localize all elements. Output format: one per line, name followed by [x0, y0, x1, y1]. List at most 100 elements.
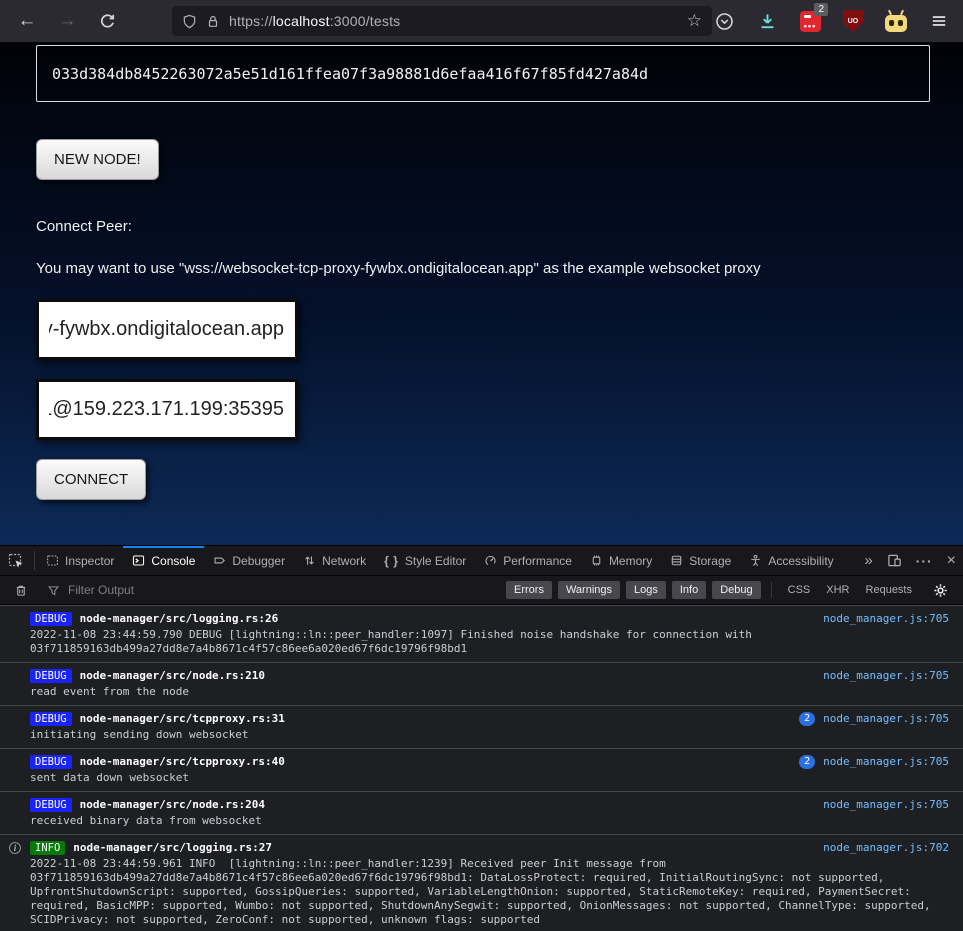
devtools-meatball-menu-icon[interactable]: ···	[909, 553, 940, 569]
more-tabs-chevron-icon[interactable]: »	[857, 552, 879, 569]
download-icon[interactable]	[755, 9, 779, 33]
tab-label: Inspector	[65, 553, 115, 568]
filter-level-debug[interactable]: Debug	[712, 581, 761, 599]
shield-icon[interactable]	[182, 14, 197, 29]
log-message: 2022-11-08 23:44:59.790 DEBUG [lightning…	[30, 628, 759, 655]
log-source: node-manager/src/tcpproxy.rs:31	[79, 712, 285, 725]
ublock-origin-icon[interactable]: UO	[841, 9, 865, 33]
node-pubkey-box[interactable]: 033d384db8452263072a5e51d161ffea07f3a988…	[36, 45, 930, 102]
tab-label: Debugger	[232, 553, 286, 568]
log-source: node-manager/src/logging.rs:27	[73, 841, 272, 854]
connect-peer-label: Connect Peer:	[36, 218, 132, 235]
tab-style-editor[interactable]: { } Style Editor	[375, 546, 475, 575]
tab-debugger[interactable]: Debugger	[204, 546, 294, 575]
log-row-right: node_manager.js:702	[823, 840, 949, 855]
robot-eye	[898, 20, 903, 26]
tab-label: Accessibility	[768, 553, 834, 568]
connect-button[interactable]: CONNECT	[36, 459, 147, 500]
filter-level-info[interactable]: Info	[671, 581, 707, 599]
filter-level-errors[interactable]: Errors	[506, 581, 552, 599]
devtools-tabs: Inspector Console Debugger Network { } Style …	[37, 546, 843, 575]
console-settings-gear-icon[interactable]	[924, 582, 957, 599]
pocket-icon[interactable]	[712, 9, 736, 33]
log-location-link[interactable]: node_manager.js:702	[823, 840, 949, 855]
console-log-row[interactable]: INFO node-manager/src/logging.rs:27 node…	[0, 835, 963, 931]
console-filterbar: Filter Output Errors Warnings Logs Info Debu…	[0, 576, 963, 605]
pick-element-button[interactable]	[0, 546, 32, 575]
log-row-header: DEBUG node-manager/src/logging.rs:26 nod…	[30, 611, 949, 626]
proxy-hint-text: You may want to use "wss://websocket-tcp…	[36, 260, 761, 277]
menu-hamburger-icon[interactable]	[927, 9, 951, 33]
log-repeat-count-badge: 2	[799, 754, 816, 769]
log-message: 2022-11-08 23:44:59.961 INFO [lightning:…	[30, 857, 938, 926]
back-button[interactable]: ←	[12, 6, 42, 36]
filter-category-requests[interactable]: Requests	[866, 584, 912, 596]
log-row-right: 2 node_manager.js:705	[799, 754, 949, 769]
devtools-panel: Inspector Console Debugger Network { } Style …	[0, 545, 963, 931]
console-log-row[interactable]: DEBUG node-manager/src/logging.rs:26 nod…	[0, 606, 963, 663]
tab-inspector[interactable]: Inspector	[37, 546, 123, 575]
websocket-proxy-input[interactable]	[36, 299, 298, 360]
page-content: 033d384db8452263072a5e51d161ffea07f3a988…	[0, 42, 963, 545]
console-log-row[interactable]: DEBUG node-manager/src/tcpproxy.rs:40 2 …	[0, 749, 963, 792]
node-pubkey-text: 033d384db8452263072a5e51d161ffea07f3a988…	[52, 64, 649, 83]
lock-icon[interactable]	[206, 14, 220, 29]
log-message: initiating sending down websocket	[30, 728, 249, 741]
tab-memory[interactable]: Memory	[581, 546, 661, 575]
console-log-row[interactable]: DEBUG node-manager/src/tcpproxy.rs:31 2 …	[0, 706, 963, 749]
tab-label: Memory	[608, 553, 653, 568]
log-source: node-manager/src/logging.rs:26	[79, 612, 279, 625]
filter-level-logs[interactable]: Logs	[626, 581, 666, 599]
password-manager-extension-icon[interactable]: ••• 2	[798, 3, 828, 33]
filter-output-input[interactable]: Filter Output	[47, 583, 506, 597]
log-row-header: DEBUG node-manager/src/tcpproxy.rs:31 2 …	[30, 711, 949, 726]
log-level-badge: DEBUG	[30, 611, 72, 626]
tab-storage[interactable]: Storage	[661, 546, 740, 575]
log-location-link[interactable]: node_manager.js:705	[823, 754, 949, 769]
new-node-button[interactable]: NEW NODE!	[36, 139, 159, 180]
tab-label: Style Editor	[404, 553, 467, 568]
log-source: node-manager/src/node.rs:204	[79, 798, 266, 811]
log-row-header: DEBUG node-manager/src/node.rs:210 node_…	[30, 668, 949, 683]
log-level-badge: DEBUG	[30, 711, 72, 726]
responsive-mode-icon[interactable]	[880, 553, 909, 568]
bookmark-star-icon[interactable]: ☆	[687, 11, 702, 31]
extension-dots: •••	[803, 20, 817, 31]
tab-label: Performance	[503, 553, 572, 568]
tab-performance[interactable]: Performance	[475, 546, 581, 575]
log-level-badge: INFO	[30, 840, 66, 855]
log-row-header: DEBUG node-manager/src/tcpproxy.rs:40 2 …	[30, 754, 949, 769]
url-scheme: https://	[229, 13, 273, 29]
filter-level-warnings[interactable]: Warnings	[557, 581, 621, 599]
tab-network[interactable]: Network	[294, 546, 375, 575]
debugger-icon	[213, 554, 226, 567]
tab-label: Storage	[689, 553, 732, 568]
tab-accessibility[interactable]: Accessibility	[740, 546, 842, 575]
extension-badge: 2	[814, 3, 828, 16]
url-bar[interactable]: https://localhost:3000/tests ☆	[172, 6, 712, 36]
filter-placeholder: Filter Output	[68, 583, 135, 597]
log-location-link[interactable]: node_manager.js:705	[823, 668, 949, 683]
peer-connection-input[interactable]	[36, 379, 298, 440]
log-level-badge: DEBUG	[30, 754, 72, 769]
filter-category-xhr[interactable]: XHR	[826, 584, 849, 596]
robot-extension-icon[interactable]	[884, 9, 908, 33]
devtools-close-icon[interactable]: ×	[940, 552, 963, 570]
log-message: sent data down websocket	[30, 771, 189, 784]
console-log-row[interactable]: DEBUG node-manager/src/node.rs:210 node_…	[0, 663, 963, 706]
log-location-link[interactable]: node_manager.js:705	[823, 611, 949, 626]
console-log-row[interactable]: DEBUG node-manager/src/node.rs:204 node_…	[0, 792, 963, 835]
log-message: read event from the node	[30, 685, 189, 698]
clear-console-button[interactable]	[6, 583, 36, 598]
devtools-tabbar-right: » ··· ×	[857, 546, 963, 575]
browser-toolbar: ← → https://localhost:3000/tests ☆ ••• 2…	[0, 0, 963, 42]
reload-button[interactable]	[92, 6, 122, 36]
log-row-right: node_manager.js:705	[823, 668, 949, 683]
filter-category-css[interactable]: CSS	[788, 584, 811, 596]
log-location-link[interactable]: node_manager.js:705	[823, 797, 949, 812]
robot-eye	[889, 20, 894, 26]
tab-console[interactable]: Console	[123, 546, 205, 575]
forward-button: →	[57, 10, 77, 31]
toolbar-extensions: ••• 2 UO	[712, 3, 951, 33]
log-location-link[interactable]: node_manager.js:705	[823, 711, 949, 726]
